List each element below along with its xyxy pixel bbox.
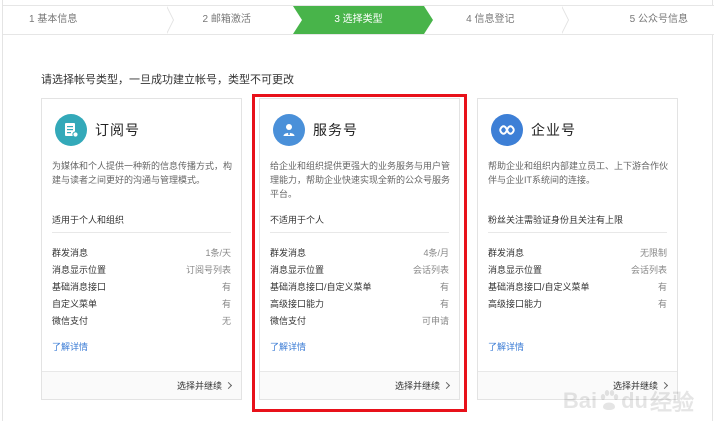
chevron-right-icon [224, 381, 233, 390]
baidu-jingyan-watermark: Bai du 经验 [562, 388, 694, 415]
card-description: 为媒体和个人提供一种新的信息传播方式，构建与读者之间更好的沟通与管理模式。 [52, 161, 233, 185]
card-footer: 选择并继续 [42, 371, 241, 399]
card-header: 订阅号 [55, 113, 140, 147]
step-email-activation: 2 邮箱激活 [202, 14, 251, 25]
feature-row: 基础消息接口/自定义菜单有 [270, 282, 449, 292]
learn-more-link[interactable]: 了解详情 [488, 340, 524, 353]
step-select-type: 3 选择类型 [292, 6, 434, 34]
card-header: 服务号 [273, 113, 358, 147]
step-account-info: 5 公众号信息 [629, 14, 688, 25]
select-continue-button[interactable]: 选择并继续 [395, 379, 451, 392]
feature-row: 基础消息接口有 [52, 282, 231, 292]
card-title: 订阅号 [95, 122, 140, 138]
feature-row: 消息显示位置 订阅号列表 [52, 265, 231, 275]
select-continue-button[interactable]: 选择并继续 [177, 379, 233, 392]
step-basic-info: 1 基本信息 [29, 6, 174, 34]
card-enterprise-account: 企业号 帮助企业和组织内部建立员工、上下游合作伙伴与企业IT系统间的连接。 粉丝… [477, 98, 678, 400]
card-applicability: 适用于个人和组织 [52, 215, 125, 225]
feature-row: 微信支付无 [52, 316, 231, 326]
feature-row: 消息显示位置 会话列表 [270, 265, 449, 275]
feature-row: 消息显示位置 会话列表 [488, 265, 667, 275]
subscription-doc-icon [55, 114, 87, 146]
registration-frame: 1 基本信息 2 邮箱激活 3 选择类型 4 信息登记 5 公众号信息 请选择帐… [2, 0, 714, 421]
account-type-instruction: 请选择帐号类型，一旦成功建立帐号，类型不可更改 [41, 74, 294, 86]
feature-row: 基础消息接口/自定义菜单有 [488, 282, 667, 292]
feature-list: 群发消息 无限制 消息显示位置 会话列表 基础消息接口/自定义菜单有 高级接口能力有 [488, 245, 667, 313]
card-applicability: 不适用于个人 [270, 215, 325, 225]
card-footer: 选择并继续 [260, 371, 459, 399]
step-progress-bar: 1 基本信息 2 邮箱激活 3 选择类型 4 信息登记 5 公众号信息 [3, 5, 714, 35]
feature-row: 高级接口能力有 [270, 299, 449, 309]
feature-row: 群发消息 1条/天 [52, 248, 231, 258]
learn-more-link[interactable]: 了解详情 [270, 340, 306, 353]
card-header: 企业号 [491, 113, 576, 147]
card-title: 企业号 [531, 122, 576, 138]
feature-row: 高级接口能力有 [488, 299, 667, 309]
enterprise-link-icon [491, 114, 523, 146]
divider [270, 232, 449, 233]
feature-row: 自定义菜单有 [52, 299, 231, 309]
feature-list: 群发消息 1条/天 消息显示位置 订阅号列表 基础消息接口有 自定义菜单有 微信支付… [52, 245, 231, 330]
chevron-right-icon [442, 381, 451, 390]
feature-row: 群发消息 4条/月 [270, 248, 449, 258]
card-description: 帮助企业和组织内部建立员工、上下游合作伙伴与企业IT系统间的连接。 [488, 161, 669, 185]
card-title: 服务号 [313, 122, 358, 138]
card-subscription-account: 订阅号 为媒体和个人提供一种新的信息传播方式，构建与读者之间更好的沟通与管理模式… [41, 98, 242, 400]
feature-row: 微信支付 可申请 [270, 316, 449, 326]
card-description: 给企业和组织提供更强大的业务服务与用户管理能力，帮助企业快速实现全新的公众号服务… [270, 161, 451, 199]
learn-more-link[interactable]: 了解详情 [52, 340, 88, 353]
card-service-account: 服务号 给企业和组织提供更强大的业务服务与用户管理能力，帮助企业快速实现全新的公… [259, 98, 460, 400]
step-info-registration: 4 信息登记 [466, 6, 570, 34]
service-person-icon [273, 114, 305, 146]
feature-list: 群发消息 4条/月 消息显示位置 会话列表 基础消息接口/自定义菜单有 高级接口能力… [270, 245, 449, 330]
divider [52, 232, 231, 233]
feature-row: 群发消息 无限制 [488, 248, 667, 258]
divider [488, 232, 667, 233]
paw-icon [600, 390, 619, 410]
card-applicability: 粉丝关注需验证身份且关注有上限 [488, 215, 624, 225]
